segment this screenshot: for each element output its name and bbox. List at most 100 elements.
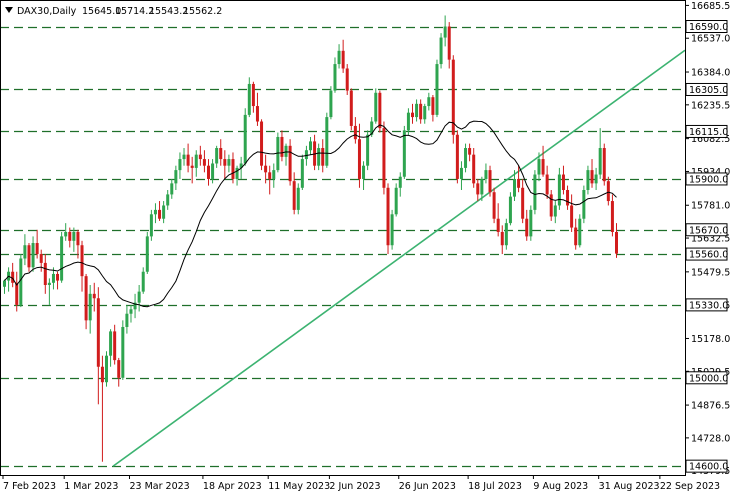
- candle-body: [382, 128, 386, 188]
- candle: [374, 88, 378, 124]
- candle-body: [602, 148, 606, 182]
- candle: [105, 351, 108, 387]
- candle-body: [31, 243, 35, 268]
- candle-body: [117, 360, 121, 378]
- candle: [451, 55, 455, 144]
- candle-body: [472, 154, 476, 184]
- candle-body: [586, 170, 590, 190]
- candle: [492, 187, 496, 224]
- candle-body: [76, 231, 80, 246]
- candle-body: [309, 141, 312, 151]
- candle: [300, 154, 304, 190]
- candle-body: [353, 125, 357, 140]
- candle-body: [386, 187, 390, 246]
- candle-body: [80, 245, 84, 277]
- candle-body: [255, 106, 259, 122]
- x-tick-label: 1 Mar 2023: [64, 481, 118, 492]
- candle-body: [125, 313, 129, 327]
- candle: [325, 112, 329, 168]
- candle-body: [264, 165, 268, 173]
- candle-body: [268, 172, 272, 179]
- y-tick-label: 15479.5: [691, 267, 730, 278]
- x-tick-label: 7 Feb 2023: [3, 481, 56, 492]
- candle-body: [406, 112, 410, 131]
- level-label-text: 16115.0: [689, 127, 728, 138]
- candle-body: [39, 254, 43, 263]
- candle-body: [15, 282, 19, 305]
- candle-body: [349, 90, 353, 126]
- y-tick-label: 16235.5: [691, 100, 730, 111]
- candle-body: [431, 97, 435, 115]
- candle-body: [141, 271, 145, 292]
- candle-body: [100, 366, 104, 383]
- candle-body: [35, 243, 39, 255]
- candle-body: [215, 148, 219, 164]
- candle-body: [345, 68, 349, 91]
- candle-body: [182, 154, 186, 160]
- candle: [145, 231, 149, 274]
- candle-body: [423, 106, 427, 120]
- level-label-text: 16590.0: [689, 22, 728, 33]
- candle-body: [158, 209, 162, 219]
- candle-body: [394, 187, 398, 215]
- candle-body: [582, 190, 586, 219]
- level-label: 16115.0: [685, 124, 728, 138]
- level-label: 15900.0: [685, 172, 728, 186]
- candle: [382, 121, 386, 195]
- candle-body: [105, 355, 108, 383]
- candle-body: [362, 165, 366, 179]
- candle-body: [300, 159, 304, 188]
- price-chart: 16685.516537.016384.016235.516082.515934…: [0, 0, 731, 496]
- candle-body: [227, 159, 231, 166]
- candle-body: [321, 148, 325, 166]
- candle-body: [402, 130, 406, 177]
- candle: [455, 130, 459, 184]
- candle: [345, 64, 349, 95]
- candle-body: [121, 326, 125, 378]
- candle: [394, 183, 398, 217]
- candle-body: [411, 112, 414, 118]
- candle-body: [378, 92, 382, 129]
- candle-body: [149, 214, 153, 237]
- candle-body: [398, 176, 402, 188]
- candle-body: [476, 183, 480, 195]
- candle-body: [231, 159, 235, 179]
- candle-body: [235, 167, 239, 179]
- candle-body: [594, 174, 598, 184]
- candle-body: [435, 64, 439, 115]
- candle-body: [427, 97, 431, 107]
- candle: [508, 192, 512, 226]
- candle: [439, 33, 443, 69]
- candle-body: [492, 192, 496, 219]
- level-label: 15000.0: [685, 371, 728, 385]
- candle-body: [288, 145, 292, 182]
- candle: [276, 132, 280, 173]
- candle-body: [137, 291, 141, 303]
- candle-body: [545, 174, 549, 195]
- candle-body: [68, 231, 72, 241]
- candle-body: [615, 231, 618, 254]
- candle: [349, 88, 353, 131]
- candle-body: [610, 201, 614, 232]
- candle-body: [533, 174, 537, 210]
- candle-body: [296, 187, 300, 210]
- candle: [296, 183, 300, 215]
- level-label: 16305.0: [685, 82, 728, 96]
- candle-body: [178, 159, 182, 171]
- candle-body: [43, 262, 47, 285]
- candle: [529, 205, 533, 241]
- candle-body: [129, 309, 133, 314]
- x-tick-label: 26 Jun 2023: [399, 481, 456, 492]
- candle-body: [390, 214, 394, 246]
- candle-body: [504, 223, 508, 246]
- candle: [390, 209, 394, 250]
- candle: [329, 86, 333, 120]
- y-tick-label: 14876.5: [691, 401, 730, 412]
- candle: [533, 170, 537, 215]
- y-tick-label: 16537.0: [691, 34, 730, 45]
- candle-body: [578, 218, 582, 246]
- level-label: 15670.0: [685, 223, 728, 237]
- candle: [60, 231, 64, 283]
- candle: [243, 108, 247, 166]
- candle: [488, 165, 492, 197]
